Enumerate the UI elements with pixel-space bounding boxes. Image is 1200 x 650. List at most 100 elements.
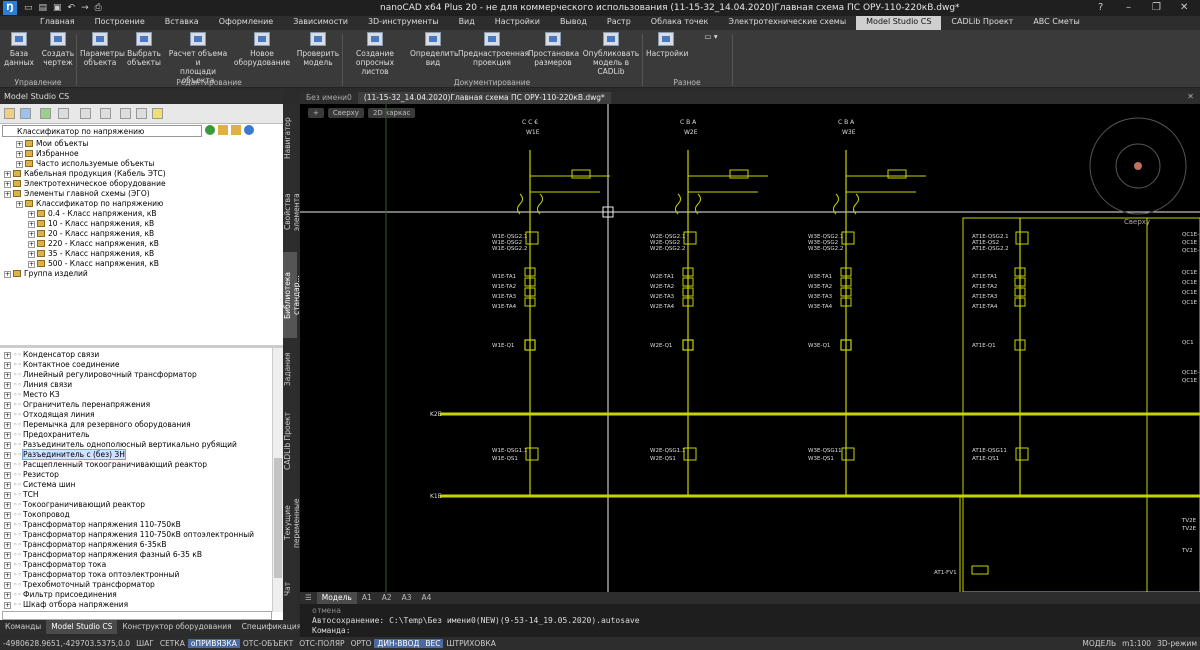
element-label[interactable]: W2E-QS1 xyxy=(650,456,676,462)
tree-item[interactable]: + Группа изделий xyxy=(4,269,274,279)
element-label[interactable]: W2E-TA2 xyxy=(650,284,674,290)
list-item[interactable]: + ◦◦Трехобмоточный трансформатор xyxy=(4,580,272,590)
element-label[interactable]: QC1E xyxy=(1182,240,1198,246)
expand-icon[interactable]: + xyxy=(4,432,11,439)
expand-icon[interactable]: + xyxy=(4,422,11,429)
list-item[interactable]: + ◦◦Трансформатор напряжения 6-35кВ xyxy=(4,540,272,550)
list-item[interactable]: + ◦◦Токопровод xyxy=(4,510,272,520)
element-label[interactable]: QC1E xyxy=(1182,300,1198,306)
element-label[interactable]: QC1E xyxy=(1182,280,1198,286)
bottom-tab[interactable]: Спецификация xyxy=(237,620,307,634)
list-item[interactable]: + ◦◦Токоограничивающий реактор xyxy=(4,500,272,510)
ribbon-tab[interactable]: Оформление xyxy=(209,16,284,30)
element-label[interactable]: W3E-Q1 xyxy=(808,343,830,349)
scale-display[interactable]: m1:100 xyxy=(1119,639,1154,648)
help-icon[interactable]: ? xyxy=(1098,2,1103,13)
folder-icon[interactable] xyxy=(4,108,15,119)
list-item[interactable]: + ◦◦ТСН xyxy=(4,490,272,500)
tree-item[interactable]: +35 - Класс напряжения, кВ xyxy=(4,249,274,259)
refresh-icon[interactable] xyxy=(205,125,215,135)
expand-icon[interactable]: + xyxy=(4,512,11,519)
document-tab[interactable]: (11-15-32_14.04.2020)Главная схема ПС ОР… xyxy=(357,92,611,104)
expand-icon[interactable]: + xyxy=(4,452,11,459)
expand-icon[interactable]: + xyxy=(16,201,23,208)
element-label[interactable]: QC1E xyxy=(1182,270,1198,276)
list-item[interactable]: + ◦◦Фильтр присоединения xyxy=(4,590,272,600)
ribbon-tab[interactable]: ABC Сметы xyxy=(1023,16,1089,30)
ribbon-button[interactable]: Проверить модель xyxy=(296,32,340,67)
save-icon[interactable] xyxy=(20,108,31,119)
ribbon-button[interactable]: Выбрать объекты xyxy=(124,32,164,67)
ribbon-button[interactable]: Параметры объекта xyxy=(80,32,125,67)
ribbon-tab[interactable]: Облака точек xyxy=(641,16,719,30)
search-input[interactable] xyxy=(2,611,272,620)
expand-icon[interactable]: + xyxy=(4,502,11,509)
ribbon-button[interactable]: Настройки xyxy=(646,32,688,58)
element-label[interactable]: W3E-QS1 xyxy=(808,456,834,462)
layout-menu-icon[interactable]: ☰ xyxy=(300,592,317,604)
element-label[interactable]: W1E-QSG2.2 xyxy=(492,246,527,252)
undo-icon[interactable]: ↶ xyxy=(68,3,76,13)
list-item[interactable]: + ◦◦Трансформатор напряжения 110-750кВ xyxy=(4,520,272,530)
command-line[interactable]: отмена Автосохранение: C:\Temp\Без имени… xyxy=(300,604,1200,637)
list-item[interactable]: + ◦◦Трансформатор напряжения фазный 6-35 … xyxy=(4,550,272,560)
expand-icon[interactable]: + xyxy=(4,602,11,609)
expand-icon[interactable]: + xyxy=(4,412,11,419)
layout-tab[interactable]: A4 xyxy=(417,592,437,604)
element-label[interactable]: W1E-TA1 xyxy=(492,274,516,280)
side-tab[interactable]: Навигатор xyxy=(283,104,297,172)
element-label[interactable]: W2E-TA4 xyxy=(650,304,675,310)
element-label[interactable]: W2E-QSG2.2 xyxy=(650,246,685,252)
bottom-tab[interactable]: Конструктор оборудования xyxy=(117,620,236,634)
ribbon-button[interactable]: Создание опросных листов xyxy=(344,32,406,76)
tree-item[interactable]: + Классификатор по напряжению xyxy=(4,199,274,209)
ribbon-tab[interactable]: Вид xyxy=(449,16,485,30)
list-item[interactable]: + ◦◦Резистор xyxy=(4,470,272,480)
print-icon[interactable]: ⎙ xyxy=(95,3,102,13)
expand-icon[interactable]: + xyxy=(28,231,35,238)
expand-icon[interactable]: + xyxy=(4,462,11,469)
classifier-combo[interactable]: Классификатор по напряжению xyxy=(2,125,202,137)
expand-icon[interactable]: + xyxy=(4,271,11,278)
element-label[interactable]: W1E-TA3 xyxy=(492,294,517,300)
element-label[interactable]: W3E-TA2 xyxy=(808,284,832,290)
element-label[interactable]: W3E-QSG2.2 xyxy=(808,246,843,252)
list-item[interactable]: + ◦◦Разъединитель с (без) ЗН xyxy=(4,449,272,460)
element-label[interactable]: W3E-TA1 xyxy=(808,274,832,280)
side-tab[interactable]: Задания xyxy=(283,340,297,398)
expand-icon[interactable]: + xyxy=(28,221,35,228)
arrow-icon[interactable] xyxy=(58,108,69,119)
expand-icon[interactable]: + xyxy=(28,211,35,218)
element-label[interactable]: W1E-QS1 xyxy=(492,456,518,462)
side-tab[interactable]: Текущие переменные xyxy=(283,484,301,562)
expand-icon[interactable]: + xyxy=(4,362,11,369)
status-toggle[interactable]: ОТС-ПОЛЯР xyxy=(296,639,347,648)
element-label[interactable]: AT1E-TA1 xyxy=(972,274,997,280)
element-label[interactable]: AT1E-TA3 xyxy=(972,294,998,300)
view-cube-icon[interactable] xyxy=(1134,162,1142,170)
layout-tab[interactable]: A2 xyxy=(377,592,397,604)
maximize-icon[interactable]: ❐ xyxy=(1152,2,1161,13)
funnel-icon[interactable] xyxy=(152,108,163,119)
expand-icon[interactable]: + xyxy=(4,171,11,178)
tree-item[interactable]: + Часто используемые объекты xyxy=(4,159,274,169)
expand-icon[interactable]: + xyxy=(4,542,11,549)
ribbon-button[interactable]: Простановка размеров xyxy=(528,32,579,67)
element-label[interactable]: W3E-TA3 xyxy=(808,294,833,300)
ribbon-tab[interactable]: Зависимости xyxy=(283,16,358,30)
element-label[interactable]: AT1-FV1 xyxy=(934,570,957,576)
list-item[interactable]: + ◦◦Расщепленный токоограничивающий реакт… xyxy=(4,460,272,470)
element-label[interactable]: TV2E xyxy=(1181,526,1197,532)
expand-icon[interactable]: + xyxy=(4,562,11,569)
side-tab[interactable]: Свойства элемента xyxy=(283,174,301,250)
status-toggle[interactable]: ОРТО xyxy=(348,639,375,648)
ribbon-tab[interactable]: Model Studio CS xyxy=(856,16,942,30)
list-item[interactable]: + ◦◦Трансформатор тока оптоэлектронный xyxy=(4,570,272,580)
list-item[interactable]: + ◦◦Конденсатор связи xyxy=(4,350,272,360)
ribbon-tab[interactable]: Электротехнические схемы xyxy=(718,16,856,30)
tree-item[interactable]: + Избранное xyxy=(4,149,274,159)
list-item[interactable]: + ◦◦Линейный регулировочный трансформатор xyxy=(4,370,272,380)
element-label[interactable]: W1E-TA2 xyxy=(492,284,516,290)
expand-icon[interactable]: + xyxy=(16,151,23,158)
expand-icon[interactable]: + xyxy=(4,532,11,539)
